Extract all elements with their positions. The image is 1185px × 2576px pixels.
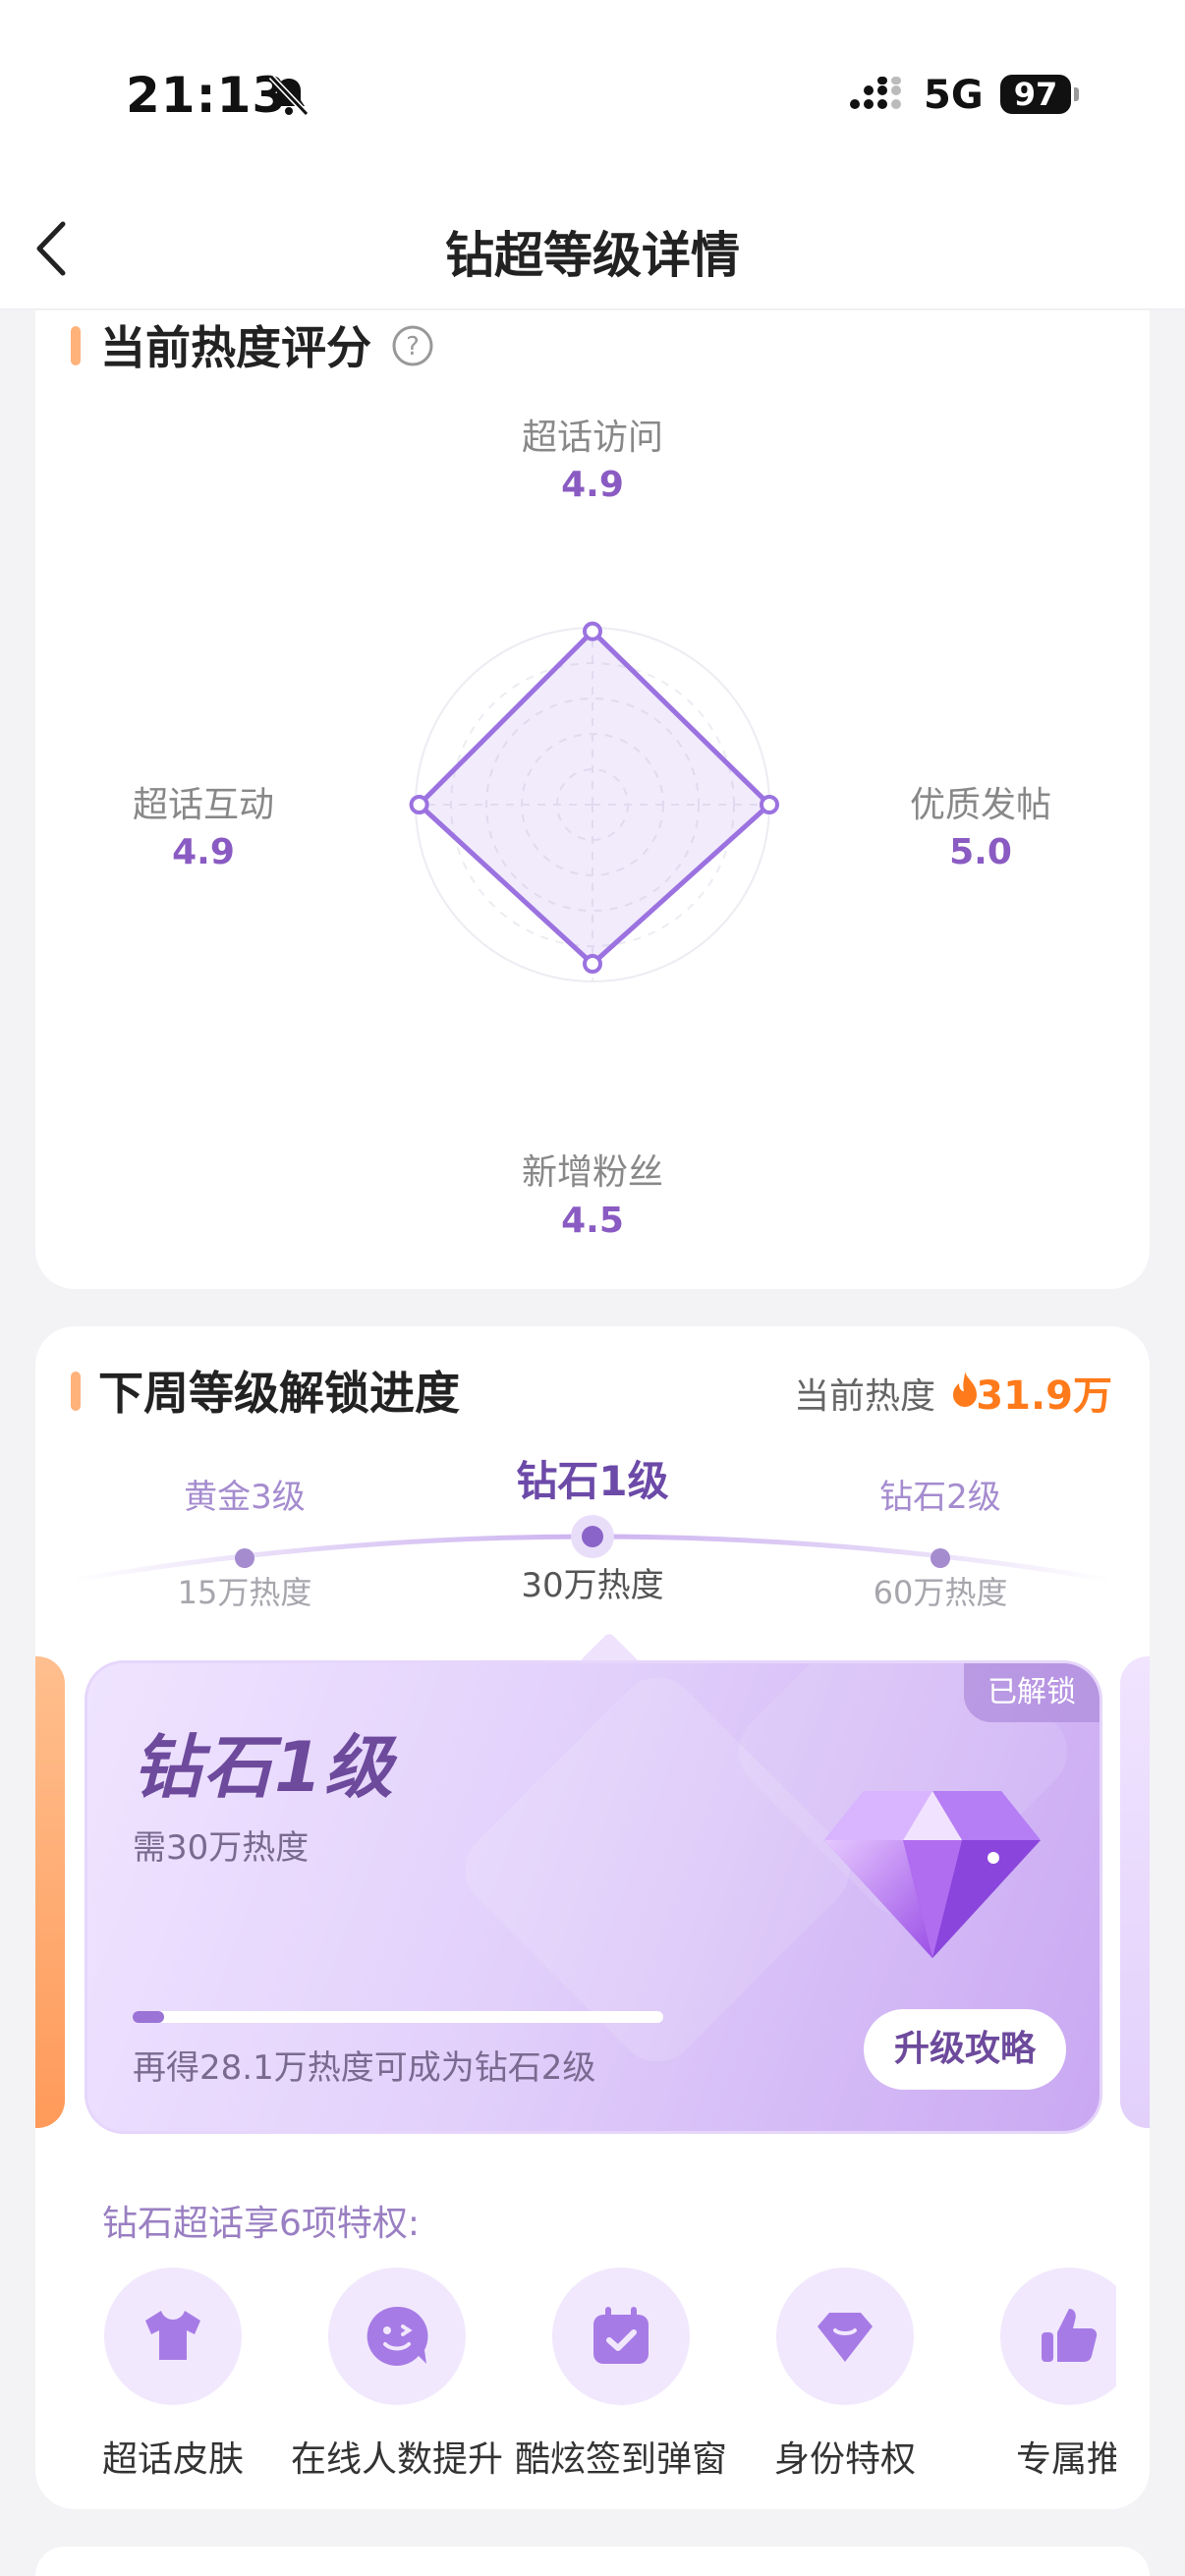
level-heat-diamond2: 60万热度	[873, 1574, 1008, 1611]
level-name-gold3[interactable]: 黄金3级	[127, 1470, 363, 1518]
radar-value-visits: 4.9	[561, 465, 624, 505]
radar-value-posts: 5.0	[949, 832, 1012, 872]
smile-icon	[367, 2306, 428, 2366]
status-bar: 21:13 5G 97	[0, 0, 1185, 187]
diamond-gem-icon	[824, 1791, 1041, 1958]
radar-label-posts: 优质发帖	[909, 785, 1051, 825]
level-progress-text: 再得28.1万热度可成为钻石2级	[133, 2048, 596, 2088]
level-heat-gold3: 15万热度	[177, 1574, 312, 1611]
perk-label: 在线人数提升	[290, 2439, 503, 2480]
level-track[interactable]: 黄金3级 15万热度 钻石1级 30万热度 钻石2级 60万热度	[35, 1444, 1150, 1621]
next-section-card	[35, 2547, 1150, 2576]
prev-level-card-peek[interactable]	[35, 1656, 65, 2128]
card-level-name: 钻石1级	[133, 1727, 395, 1808]
radar-point-2	[583, 954, 602, 974]
calendar-check-icon	[593, 2307, 649, 2364]
level-dot-diamond1	[582, 1526, 603, 1547]
perk-icon-circle	[552, 2268, 690, 2405]
perk-label: 酷炫签到弹窗	[514, 2439, 727, 2480]
radar-value-interaction: 4.9	[172, 832, 235, 872]
section-accent-bar	[71, 1372, 81, 1411]
unlocked-badge: 已解锁	[964, 1663, 1100, 1722]
perk-icon-circle	[776, 2268, 914, 2405]
current-heat-label: 当前热度	[793, 1376, 935, 1417]
battery-tip	[1074, 87, 1079, 101]
perk-label: 身份特权	[773, 2439, 916, 2480]
thumb-up-icon	[1042, 2309, 1098, 2362]
perk-label: 超话皮肤	[101, 2439, 244, 2480]
radar-label-interaction: 超话互动	[132, 785, 274, 825]
perk-online-boost[interactable]: 在线人数提升	[287, 2268, 507, 2480]
perks-title: 钻石超话享6项特权:	[102, 2204, 421, 2244]
level-progress-fill	[133, 2011, 165, 2023]
badge-icon	[818, 2313, 873, 2362]
heat-score-card: 当前热度评分 ? 超话访问 4.9 优质发帖 5.0 新增粉丝 4.5 超话互动…	[35, 310, 1150, 1289]
shirt-icon	[145, 2311, 200, 2360]
perk-exclusive-recommend[interactable]: 专属推	[959, 2268, 1116, 2480]
battery-indicator: 97	[1000, 75, 1071, 114]
level-dot-diamond2	[931, 1548, 950, 1568]
perk-checkin-popup[interactable]: 酷炫签到弹窗	[511, 2268, 731, 2480]
signal-icon	[850, 77, 901, 109]
perk-icon-circle	[104, 2268, 242, 2405]
radar-label-fans: 新增粉丝	[521, 1152, 663, 1193]
bell-muted-icon	[268, 74, 310, 117]
perk-icon-circle	[328, 2268, 466, 2405]
network-label: 5G	[924, 73, 984, 118]
current-heat-value: 31.9万	[976, 1373, 1112, 1419]
perk-icon-circle	[1000, 2268, 1116, 2405]
radar-area	[417, 629, 772, 967]
card-level-requirement: 需30万热度	[133, 1828, 310, 1868]
next-level-card-peek[interactable]	[1120, 1656, 1150, 2128]
section-title-unlock: 下周等级解锁进度	[98, 1367, 460, 1420]
perks-list[interactable]: 超话皮肤 在线人数提升 酷炫签到弹窗 身份特权 专属推	[35, 2250, 1116, 2486]
status-time: 21:13	[126, 67, 288, 124]
radar-value-fans: 4.5	[561, 1201, 624, 1241]
perk-identity[interactable]: 身份特权	[735, 2268, 955, 2480]
radar-label-visits: 超话访问	[521, 418, 663, 458]
level-progress-bar	[133, 2011, 663, 2023]
radar-point-1	[760, 795, 779, 814]
radar-point-0	[583, 621, 602, 642]
level-dot-gold3	[235, 1548, 254, 1568]
perk-skin[interactable]: 超话皮肤	[63, 2268, 283, 2480]
level-unlock-card: 下周等级解锁进度 当前热度 31.9万 黄金3级 15万热度 钻石1级 30万热…	[35, 1326, 1150, 2509]
page-title: 钻超等级详情	[445, 227, 740, 284]
level-name-diamond2[interactable]: 钻石2级	[822, 1470, 1058, 1518]
nav-bar: 钻超等级详情	[0, 187, 1185, 309]
radar-point-3	[409, 795, 429, 814]
level-name-diamond1[interactable]: 钻石1级	[475, 1448, 710, 1508]
level-heat-diamond1: 30万热度	[521, 1566, 664, 1605]
current-level-card[interactable]: 已解锁 钻石1级 需30万热度 再得28.1万热度可成为钻石2级 升级攻略	[85, 1660, 1102, 2134]
upgrade-guide-button[interactable]: 升级攻略	[864, 2009, 1066, 2090]
perk-label: 专属推	[1015, 2439, 1116, 2480]
